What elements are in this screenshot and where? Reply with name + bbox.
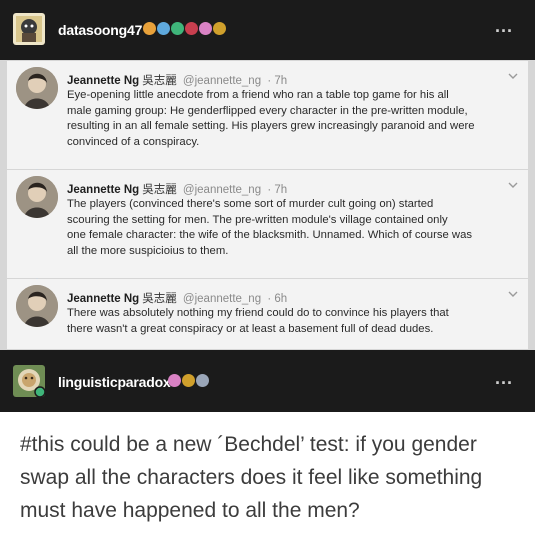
tweet-line: The players (convinced there's some sort…	[67, 198, 434, 210]
tweet-author-hanzi: 吳志麗	[142, 293, 177, 305]
badge-icon	[185, 22, 198, 35]
tweet: Jeannette Ng 吳志麗 @jeannette_ng · 7h The p…	[7, 170, 528, 278]
avatar[interactable]	[13, 13, 45, 45]
more-options-icon[interactable]: ...	[495, 16, 513, 37]
tweet-author-name[interactable]: Jeannette Ng	[67, 293, 139, 305]
badge-icon	[199, 22, 212, 35]
chevron-down-icon[interactable]	[508, 71, 518, 81]
avatar-image	[13, 365, 45, 397]
tweet-text: Eye-opening little anecdote from a frien…	[67, 88, 511, 150]
profile-photo	[16, 285, 58, 327]
profile-photo	[16, 67, 58, 109]
badge-icon	[168, 374, 181, 387]
badge-icon	[196, 374, 209, 387]
post-username[interactable]: linguisticparadox	[58, 374, 171, 390]
post-header: datasoong47 ...	[0, 0, 535, 60]
tweet-line: resulting in an all female setting. His …	[67, 120, 475, 133]
chevron-down-icon[interactable]	[508, 180, 518, 190]
tweet-handle[interactable]: @jeannette_ng	[183, 184, 261, 196]
tweet-line: convinced of a conspiracy.	[67, 135, 200, 148]
badge-icon	[182, 374, 195, 387]
tweet-avatar[interactable]	[16, 285, 58, 327]
tweet-line: one female character: the wife of the bl…	[67, 229, 472, 242]
tweet-line: male gaming group: He genderflipped ever…	[67, 104, 468, 117]
reblog-header: linguisticparadox ...	[0, 350, 535, 412]
tweet-avatar[interactable]	[16, 67, 58, 109]
tweet-header: Jeannette Ng 吳志麗 @jeannette_ng · 6h	[67, 290, 287, 306]
tweet-handle[interactable]: @jeannette_ng	[183, 293, 261, 305]
more-options-icon[interactable]: ...	[495, 368, 513, 389]
avatar[interactable]	[13, 365, 45, 397]
tweet-author-hanzi: 吳志麗	[142, 75, 177, 87]
tweet: Jeannette Ng 吳志麗 @jeannette_ng · 7h Eye-o…	[7, 61, 528, 169]
tweet-author-hanzi: 吳志麗	[142, 184, 177, 196]
tweet: Jeannette Ng 吳志麗 @jeannette_ng · 6h There…	[7, 279, 528, 349]
badge-icon	[157, 22, 170, 35]
badge-icon	[143, 22, 156, 35]
tweet-author-name[interactable]: Jeannette Ng	[67, 184, 139, 196]
badge-icon	[213, 22, 226, 35]
tweet-header: Jeannette Ng 吳志麗 @jeannette_ng · 7h	[67, 181, 287, 197]
tweet-line: Eye-opening little anecdote from a frien…	[67, 89, 449, 101]
tweet-line: scouring the setting for men. The pre-wr…	[67, 213, 448, 226]
profile-photo	[16, 176, 58, 218]
badge-icon	[171, 22, 184, 35]
tweet-text: There was absolutely nothing my friend c…	[67, 306, 511, 337]
tweet-handle[interactable]: @jeannette_ng	[183, 75, 261, 87]
tweet-line: there wasn't a great conspiracy or at le…	[67, 322, 434, 335]
chevron-down-icon[interactable]	[508, 289, 518, 299]
tweet-line: There was absolutely nothing my friend c…	[67, 307, 449, 319]
tweet-author-name[interactable]: Jeannette Ng	[67, 75, 139, 87]
reblog-text: #this could be a new ´Bechdel’ test: if …	[20, 433, 483, 522]
avatar-image	[13, 13, 45, 45]
tweet-avatar[interactable]	[16, 176, 58, 218]
tweet-time: · 6h	[267, 293, 288, 305]
tweet-line: all the more suspicioius to them.	[67, 244, 229, 257]
user-badges	[143, 22, 226, 38]
tweet-thread: Jeannette Ng 吳志麗 @jeannette_ng · 7h Eye-o…	[0, 60, 535, 350]
tweet-text: The players (convinced there's some sort…	[67, 197, 511, 259]
tweet-header: Jeannette Ng 吳志麗 @jeannette_ng · 7h	[67, 72, 287, 88]
tweet-time: · 7h	[267, 75, 288, 87]
user-badges	[168, 374, 209, 390]
post-username[interactable]: datasoong47	[58, 22, 142, 38]
reblog-body: #this could be a new ´Bechdel’ test: if …	[0, 412, 535, 560]
tweet-time: · 7h	[267, 184, 288, 196]
